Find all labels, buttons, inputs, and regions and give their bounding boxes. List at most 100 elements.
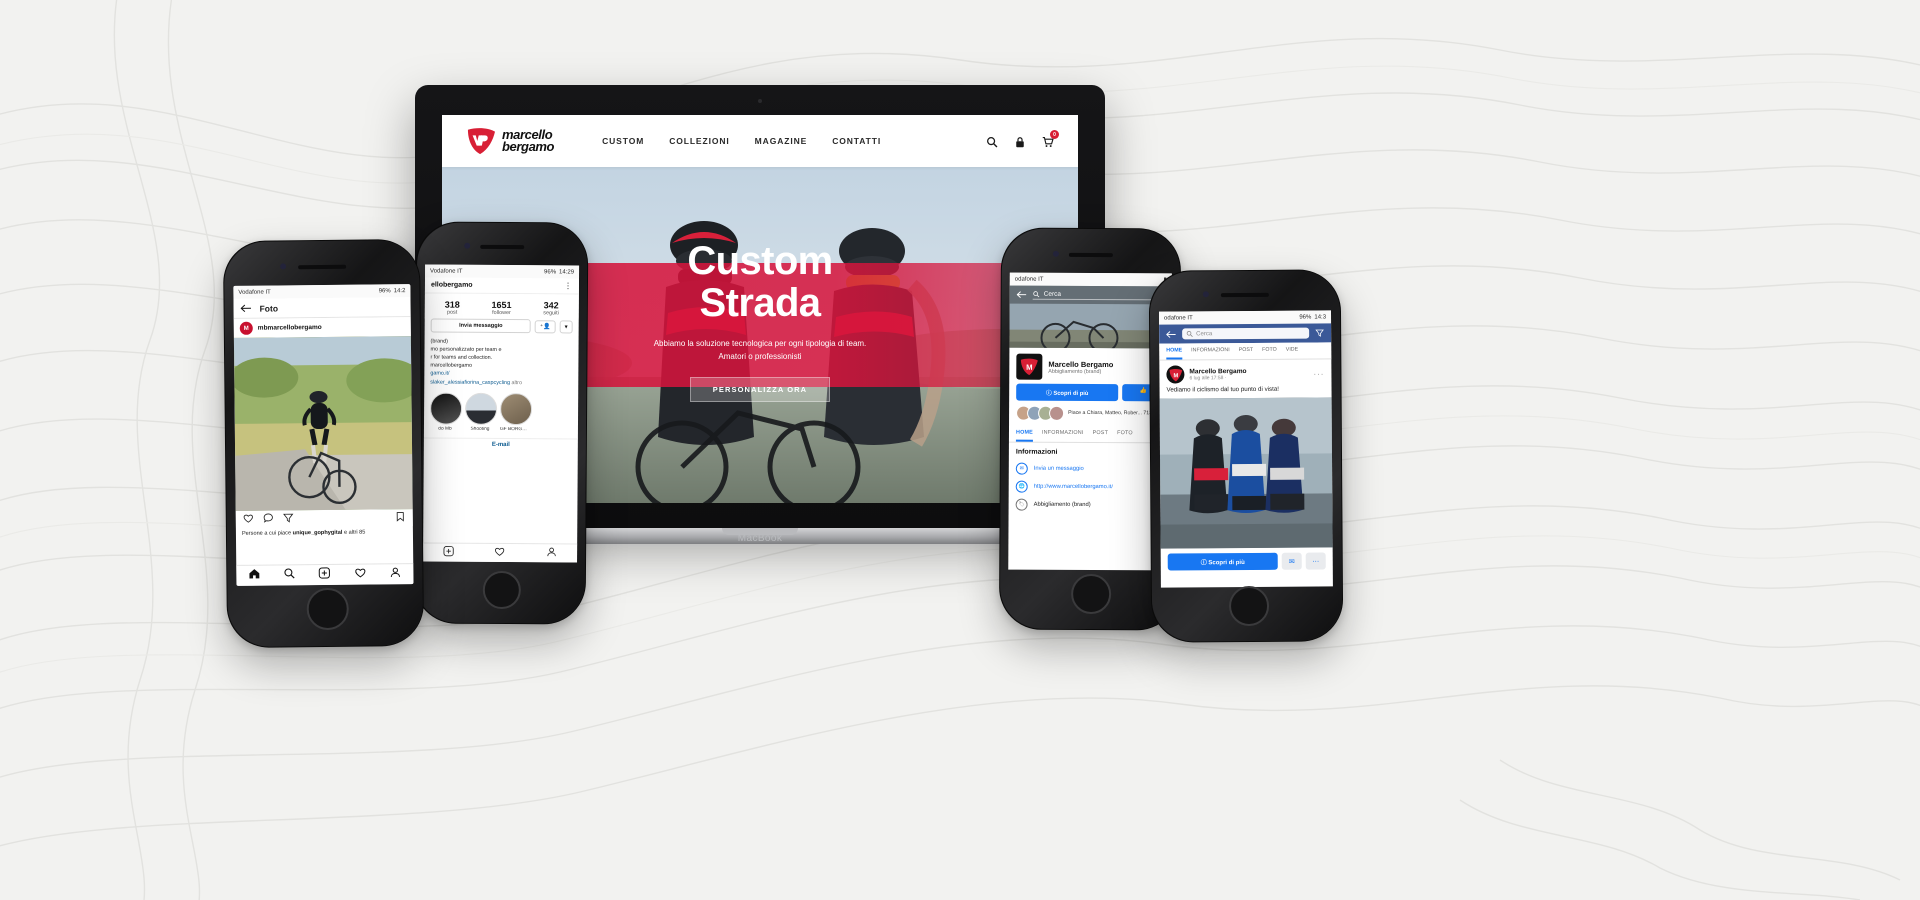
back-arrow-icon[interactable] <box>240 299 251 317</box>
hero-title-line1: Custom <box>687 239 833 283</box>
tab-informazioni[interactable]: INFORMAZIONI <box>1042 426 1084 442</box>
cart-icon[interactable]: 0 <box>1042 130 1059 148</box>
add-icon[interactable] <box>319 566 331 584</box>
hero-title-line2: Strada <box>699 280 822 325</box>
post-user-row: M mbmarcellobergamo <box>233 317 411 338</box>
instagram-post-phone: Vodafone IT 96% 14:2 Foto M mbmarcellobe… <box>222 238 425 649</box>
clock-label: 14:3 <box>1314 313 1327 321</box>
info-row-category-label: Abbigliamento (brand) <box>1033 501 1091 509</box>
heart-icon[interactable] <box>243 510 254 528</box>
post-actions <box>235 509 413 528</box>
caption-users[interactable]: unique_gophygital <box>293 530 343 537</box>
caption-suffix: e altri 85 <box>343 529 366 536</box>
caption-prefix: Persone a cui piace <box>241 530 292 537</box>
facebook-post-screen: odafone IT 96% 14:3 Cerca HOME INFORMAZI… <box>1158 310 1333 588</box>
home-button[interactable] <box>1071 573 1112 615</box>
email-button[interactable]: E-mail <box>423 437 578 452</box>
tab-post[interactable]: POST <box>1093 426 1109 442</box>
status-right: 96% 14:2 <box>379 288 406 294</box>
post-cta-row: ⓘ Scopri di più ✉ ⋯ <box>1161 547 1333 575</box>
home-button[interactable] <box>482 570 521 610</box>
instagram-tabbar <box>236 563 414 586</box>
home-button[interactable] <box>306 587 349 631</box>
nav-link-collezioni[interactable]: COLLEZIONI <box>669 136 729 146</box>
front-camera-icon <box>1202 291 1209 298</box>
search-icon[interactable] <box>283 566 295 584</box>
info-row-category: 🏷 Abbigliamento (brand) <box>1009 496 1171 515</box>
more-options-icon[interactable]: ··· <box>1313 369 1324 378</box>
nav-link-magazine[interactable]: MAGAZINE <box>755 136 808 146</box>
brand-wordmark: marcello bergamo <box>502 128 555 153</box>
post-timestamp: 6 lug alle 17:58 · <box>1189 374 1227 381</box>
tab-home[interactable]: HOME <box>1015 425 1034 442</box>
bookmark-icon[interactable] <box>395 509 406 527</box>
profile-icon[interactable] <box>390 565 402 583</box>
search-input[interactable]: Cerca <box>1182 327 1310 340</box>
cart-badge: 0 <box>1050 130 1059 139</box>
avatar[interactable]: M <box>239 321 253 335</box>
mockup-showcase: marcello bergamo CUSTOM COLLEZIONI MAGAZ… <box>0 0 1920 900</box>
tab-post[interactable]: POST <box>1239 343 1254 359</box>
speaker-grille <box>1220 292 1269 298</box>
tag-icon: 🏷 <box>1015 498 1028 511</box>
instagram-post-screen: Vodafone IT 96% 14:2 Foto M mbmarcellobe… <box>233 284 414 586</box>
carrier-label: odafone IT <box>1164 314 1193 322</box>
messenger-icon[interactable]: ✉ <box>1281 552 1302 570</box>
tab-home[interactable]: HOME <box>1166 343 1183 360</box>
site-nav-icons: 0 <box>986 130 1059 148</box>
nav-link-contatti[interactable]: CONTATTI <box>832 136 881 146</box>
highlight-label: GF BORGOM... <box>499 426 530 432</box>
post-username[interactable]: mbmarcellobergamo <box>258 324 322 332</box>
site-navbar: marcello bergamo CUSTOM COLLEZIONI MAGAZ… <box>442 115 1078 167</box>
message-icon: ✉ <box>1015 462 1028 475</box>
facebook-post-phone: odafone IT 96% 14:3 Cerca HOME INFORMAZI… <box>1148 269 1344 643</box>
post-avatar[interactable]: M <box>1166 365 1185 384</box>
post-image[interactable] <box>1159 397 1333 549</box>
battery-label: 96% <box>378 287 391 294</box>
tab-informazioni[interactable]: INFORMAZIONI <box>1191 343 1230 359</box>
battery-label: 96% <box>1299 314 1312 321</box>
post-header: M Marcello Bergamo 6 lug alle 17:58 · ··… <box>1159 359 1331 386</box>
status-right: 96% 14:3 <box>1299 314 1326 320</box>
brand-logo[interactable]: marcello bergamo <box>466 127 555 155</box>
hero-cta-button[interactable]: PERSONALIZZA ORA <box>689 376 831 402</box>
home-icon[interactable] <box>248 567 260 585</box>
info-row-message-label: Invia un messaggio <box>1033 465 1084 472</box>
search-icon <box>1186 330 1193 337</box>
info-section-title: Informazioni <box>1015 448 1058 456</box>
speaker-grille <box>297 264 346 270</box>
lock-icon[interactable] <box>1014 135 1026 148</box>
search-icon[interactable] <box>986 135 998 148</box>
info-row-website-label: http://www.marcellobergamo.it/ <box>1033 483 1113 491</box>
learn-more-label: Scopri di più <box>1208 560 1245 567</box>
info-row-website[interactable]: 🌐 http://www.marcellobergamo.it/ <box>1009 478 1171 497</box>
screen-title: Foto <box>259 302 279 314</box>
heart-icon[interactable] <box>495 544 506 562</box>
share-icon[interactable] <box>1315 324 1324 342</box>
site-nav-links: CUSTOM COLLEZIONI MAGAZINE CONTATTI <box>602 136 881 146</box>
info-row-message[interactable]: ✉ Invia un messaggio <box>1009 460 1171 479</box>
post-author[interactable]: Marcello Bergamo <box>1189 367 1246 374</box>
comment-icon[interactable] <box>263 510 274 528</box>
highlight-label: do Mb <box>438 426 452 432</box>
facebook-search-bar: Cerca <box>1159 323 1332 344</box>
macbook-camera-icon <box>758 99 762 103</box>
tab-foto[interactable]: FOTO <box>1262 343 1277 359</box>
page-likes-row: Piace a Chiara, Matteo, Rober... 7139 <box>1009 405 1171 427</box>
instagram-navbar: Foto <box>233 297 411 319</box>
home-button[interactable] <box>1228 585 1270 627</box>
more-icon[interactable]: ⋯ <box>1305 552 1326 570</box>
nav-link-custom[interactable]: CUSTOM <box>602 136 644 146</box>
heart-icon[interactable] <box>354 566 366 584</box>
info-icon: ⓘ <box>1200 560 1207 567</box>
globe-icon: 🌐 <box>1015 480 1028 493</box>
share-icon[interactable] <box>283 510 294 528</box>
search-placeholder: Cerca <box>1196 330 1213 337</box>
profile-icon[interactable] <box>546 544 557 562</box>
back-arrow-icon[interactable] <box>1165 325 1176 343</box>
tab-foto[interactable]: FOTO <box>1117 426 1133 442</box>
add-icon[interactable] <box>443 544 454 562</box>
learn-more-button[interactable]: ⓘ Scopri di più <box>1167 552 1278 571</box>
highlight-label: Shooting <box>470 426 490 432</box>
tab-video[interactable]: VIDE <box>1286 343 1298 359</box>
